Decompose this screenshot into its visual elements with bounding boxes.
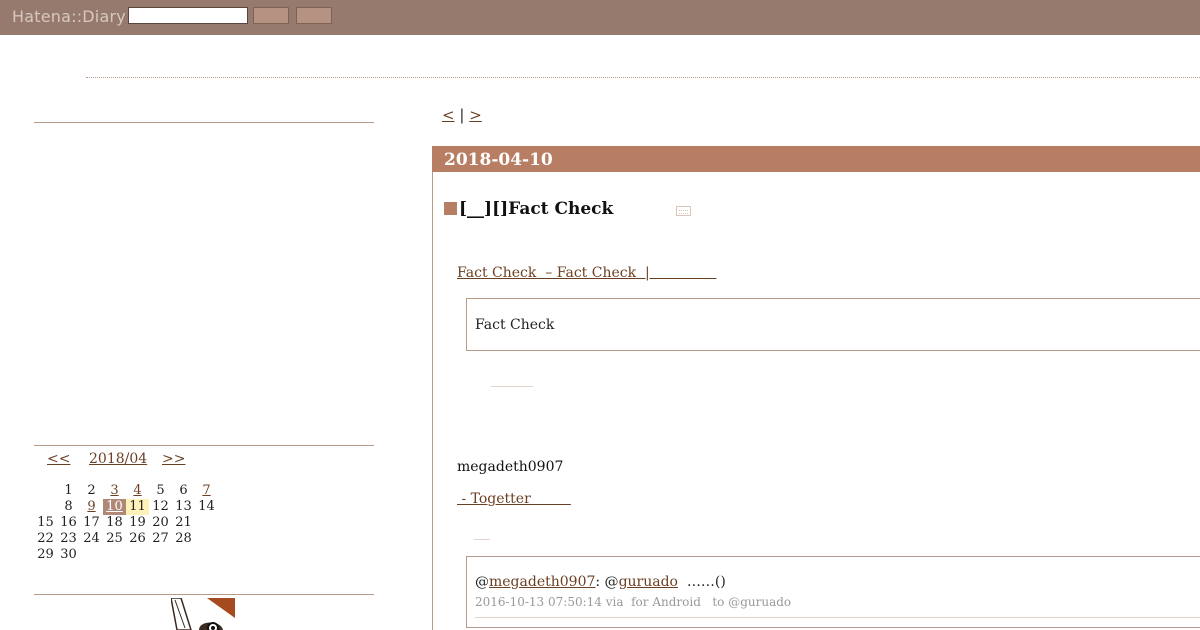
top-bar: Hatena::Diary	[0, 0, 1200, 35]
sidebar-divider-bottom	[34, 594, 374, 595]
calendar-day: 16	[60, 515, 77, 530]
sidebar-divider-calendar	[34, 445, 374, 446]
comment-icon[interactable]	[676, 206, 691, 216]
calendar-day-link[interactable]: 3	[110, 483, 118, 498]
calendar-day: 13	[175, 499, 192, 514]
calendar-day: 19	[129, 515, 146, 530]
embedded-tweet: @megadeth0907: @guruado ……() 2016-10-13 …	[466, 556, 1200, 628]
search-button[interactable]	[253, 7, 289, 24]
source-link[interactable]: Fact Check – Fact Check |	[457, 265, 716, 281]
quote-text: Fact Check	[475, 317, 555, 333]
calendar-day-link[interactable]: 4	[133, 483, 141, 498]
calendar-day[interactable]: 9	[80, 499, 103, 515]
calendar-day: 25	[106, 531, 123, 546]
calendar-day: 30	[60, 547, 77, 562]
calendar-week: 29 30	[34, 547, 218, 563]
calendar-day: 26	[129, 531, 146, 546]
calendar-day: 15	[37, 515, 54, 530]
calendar-prev-month-link[interactable]: <<	[47, 451, 70, 467]
tweet-meta: 2016-10-13 07:50:14 via for Android to @…	[475, 595, 792, 609]
calendar-week: 1234567	[34, 483, 218, 499]
calendar-day[interactable]: 7	[195, 483, 218, 499]
calendar-day-link[interactable]: 10	[106, 499, 123, 514]
entry-date[interactable]: 2018-04-10	[444, 150, 553, 170]
header-divider	[86, 77, 1200, 78]
site-logo[interactable]: Hatena::Diary	[12, 7, 126, 26]
tweet-mention-prefix: : @	[595, 574, 619, 590]
calendar-day: 29	[37, 547, 54, 562]
calendar-empty-cell	[34, 483, 57, 499]
go-button[interactable]	[296, 7, 332, 24]
calendar-empty-cell	[34, 499, 57, 515]
blockquote: Fact Check	[466, 298, 1200, 351]
calendar-day-link[interactable]: 9	[87, 499, 95, 514]
tweet-body: ……()	[678, 574, 726, 590]
tweet-at-sign: @	[475, 574, 489, 590]
tweet-reply-link[interactable]: guruado	[619, 574, 678, 590]
entry-title: [__][]Fact Check	[444, 199, 613, 219]
calendar-day: 1	[64, 483, 73, 498]
calendar-day: 17	[83, 515, 100, 530]
calendar-day: 21	[175, 515, 192, 530]
calendar-day: 22	[37, 531, 54, 546]
pager-separator: |	[459, 106, 465, 124]
calendar-day: 18	[106, 515, 123, 530]
calendar-day: 20	[152, 515, 169, 530]
entry-title-text: [__][]Fact Check	[459, 199, 614, 219]
prev-entry-link[interactable]: <	[442, 106, 455, 124]
entry-left-border	[432, 146, 433, 630]
calendar-day: 8	[64, 499, 73, 514]
togetter-divider	[474, 539, 490, 540]
tweet-text: @megadeth0907: @guruado ……()	[475, 574, 726, 590]
search-input[interactable]	[128, 7, 248, 24]
entry-pager: < | >	[442, 106, 482, 124]
calendar-day: 6	[179, 483, 188, 498]
calendar-day: 2	[87, 483, 96, 498]
calendar: 1 2 3 4 5 6 7 8 9 10 11 12 13 14 15 16 17 18 19 20 21 22 23 24 2…	[34, 483, 218, 563]
next-entry-link[interactable]: >	[469, 106, 482, 124]
calendar-day[interactable]: 4	[126, 483, 149, 499]
togetter-link[interactable]: - Togetter	[457, 491, 571, 507]
tweet-user-link[interactable]: megadeth0907	[489, 574, 595, 590]
calendar-month-link[interactable]: 2018/04	[89, 451, 147, 467]
calendar-day: 5	[156, 483, 165, 498]
calendar-day: 23	[60, 531, 77, 546]
profile-image[interactable]	[171, 598, 235, 630]
calendar-day: 28	[175, 531, 192, 546]
quote-footer-divider	[491, 386, 533, 387]
calendar-day: 11	[126, 499, 149, 515]
calendar-day: 14	[198, 499, 215, 514]
calendar-day: 12	[152, 499, 169, 514]
author-name: megadeth0907	[457, 459, 564, 475]
tweet-divider	[475, 617, 1200, 618]
calendar-day[interactable]: 10	[103, 499, 126, 515]
calendar-day[interactable]: 3	[103, 483, 126, 499]
calendar-next-month-link[interactable]: >>	[162, 451, 185, 467]
section-marker-icon[interactable]	[444, 202, 457, 215]
calendar-day: 24	[83, 531, 100, 546]
calendar-week: 15 16 17 18 19 20 21	[34, 515, 218, 531]
date-header: 2018-04-10	[432, 146, 1200, 172]
sidebar-divider-top	[34, 122, 374, 123]
calendar-week: 22 23 24 25 26 27 28	[34, 531, 218, 547]
calendar-day-link[interactable]: 7	[202, 483, 210, 498]
calendar-day: 27	[152, 531, 169, 546]
calendar-week: 8 9 10 11 12 13 14	[34, 499, 218, 515]
